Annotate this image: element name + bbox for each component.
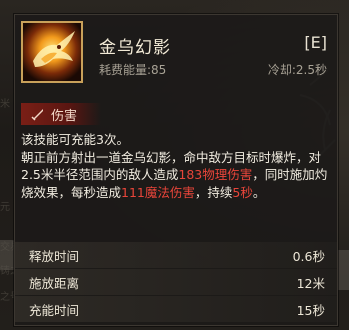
- cooldown: 冷却:2.5秒: [268, 61, 327, 78]
- stats-list: 释放时间 0.6秒 施放距离 12米 充能时间 15秒: [15, 242, 337, 323]
- burn-duration-value: 5秒: [232, 184, 253, 200]
- cooldown-value: 2.5秒: [295, 63, 327, 77]
- stat-value: 12米: [296, 275, 325, 291]
- stat-value: 0.6秒: [292, 248, 325, 264]
- damage-tag: 伤害: [21, 103, 101, 125]
- effect-text-d: 。: [252, 184, 266, 200]
- charge-text: 该技能可充能3次。: [21, 132, 129, 147]
- physical-damage-value: 183物理伤害: [178, 167, 253, 182]
- stat-label: 施放距离: [29, 275, 80, 291]
- skill-tooltip: 金乌幻影 [E] 耗费能量:85 冷却:2.5秒 伤害 该技能可充能3次。 朝正…: [14, 14, 338, 326]
- stat-row-recharge: 充能时间 15秒: [15, 296, 337, 322]
- energy-cost: 耗费能量:85: [99, 61, 166, 78]
- golden-crow-icon: [21, 21, 83, 83]
- stat-label: 释放时间: [29, 248, 80, 264]
- hotkey-label: [E]: [304, 33, 327, 52]
- stat-value: 15秒: [296, 302, 325, 318]
- stat-label: 充能时间: [29, 302, 80, 318]
- skill-name: 金乌幻影: [99, 38, 171, 58]
- sword-icon: [31, 109, 43, 121]
- energy-cost-value: 85: [151, 63, 167, 77]
- cooldown-label: 冷却:: [267, 63, 296, 77]
- stat-row-range: 施放距离 12米: [15, 269, 337, 295]
- effect-text-c: ，持续: [194, 184, 233, 200]
- energy-cost-label: 耗费能量:: [99, 63, 152, 77]
- skill-description: 该技能可充能3次。 朝正前方射出一道金乌幻影，命中敌方目标时爆炸，对2.5米半径…: [21, 131, 329, 201]
- effect-text: 朝正前方射出一道金乌幻影，命中敌方目标时爆炸，对2.5米半径范围内的敌人造成18…: [21, 149, 329, 202]
- magic-damage-value: 111魔法伤害: [121, 184, 195, 200]
- damage-tag-label: 伤害: [51, 108, 78, 124]
- stat-row-cast-time: 释放时间 0.6秒: [15, 242, 337, 268]
